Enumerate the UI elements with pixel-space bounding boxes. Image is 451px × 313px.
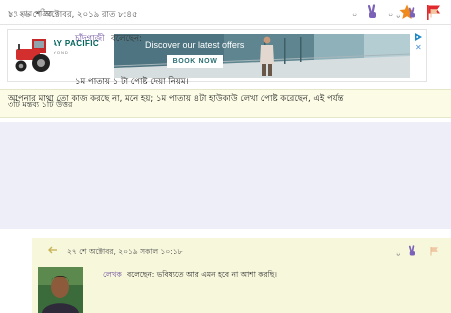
report-flag-icon[interactable] bbox=[429, 8, 439, 18]
comment-date: ২৭ শে অক্টোবর, ২০১৯ সকাল ১০:১৮ bbox=[67, 247, 183, 256]
peace-hand-icon[interactable] bbox=[406, 7, 418, 19]
comment-date-text: ২৬ শে অক্টোবর, ২০১৯ রাত ৮:৪৫ bbox=[18, 10, 138, 20]
reply-arrow-icon bbox=[48, 246, 57, 254]
favorite-count: ০ bbox=[388, 10, 394, 19]
comment-author[interactable]: লেখক bbox=[103, 270, 122, 282]
comment-number: ১. bbox=[8, 10, 17, 20]
comment-text: আপনার মাথা তো কাজ করছে না, মনে হয়; ১ম প… bbox=[8, 94, 344, 104]
peace-hand-icon[interactable] bbox=[406, 245, 418, 257]
report-flag-icon[interactable] bbox=[429, 246, 439, 256]
peace-hand-icon[interactable] bbox=[364, 4, 380, 20]
ad-close-icon[interactable]: ✕ bbox=[415, 44, 422, 52]
author-avatar[interactable] bbox=[38, 267, 83, 313]
like-count: ০ bbox=[352, 10, 358, 19]
comment-date: ১. ২৬ শে অক্টোবর, ২০১৯ রাত ৮:৪৫ bbox=[8, 8, 137, 22]
user-avatar[interactable] bbox=[10, 31, 54, 77]
ad-banner[interactable]: CATHAY PACIFIC MOVE BEYOND Discover our … bbox=[7, 29, 427, 82]
book-now-button[interactable]: BOOK NOW bbox=[167, 55, 223, 68]
ad-headline: Discover our latest offers bbox=[145, 40, 245, 50]
comment-text: বলেছেন: ভবিষ্যতে আর এমন হবে না আশা করছি। bbox=[127, 270, 277, 279]
comment-like-count: ০ bbox=[396, 12, 401, 20]
ad-choices-icon[interactable] bbox=[413, 32, 423, 42]
divider bbox=[0, 24, 451, 25]
comment bbox=[0, 122, 451, 229]
comment-author[interactable]: চাঁদগাজী bbox=[75, 32, 105, 46]
comment-like-count: ০ bbox=[396, 250, 401, 258]
comment-text: ১ম পাতায় ১ টা পোষ্ট দেয়া নিয়ম। bbox=[75, 77, 189, 87]
comment-says: বলেছেন: bbox=[111, 34, 142, 44]
